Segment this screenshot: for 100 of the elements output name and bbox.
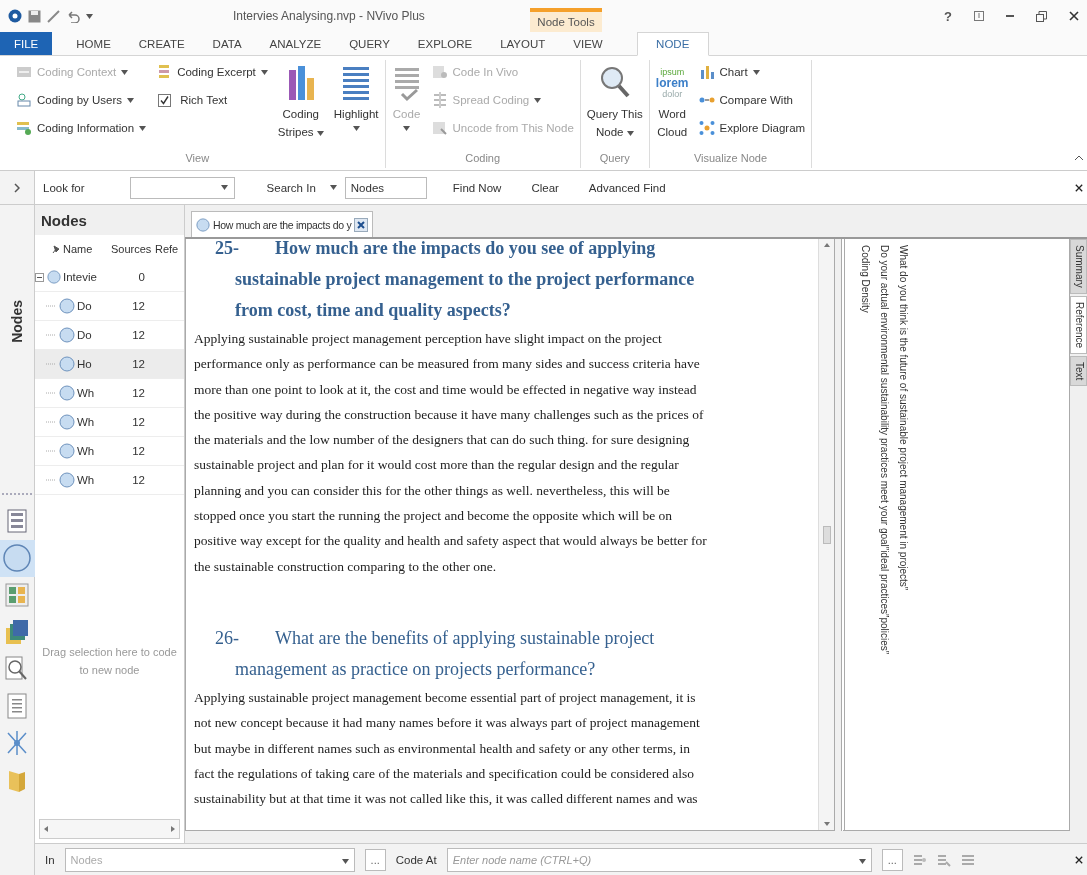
scroll-right-icon[interactable] xyxy=(171,826,175,832)
close-icon[interactable] xyxy=(1075,183,1083,192)
ribbon-display-icon[interactable] xyxy=(974,11,984,21)
ribbon-button[interactable]: Coding Excerpt xyxy=(156,62,268,82)
save-icon[interactable] xyxy=(28,9,41,23)
sources-count: 12 xyxy=(131,416,146,428)
collapse-ribbon-icon[interactable] xyxy=(1075,155,1083,160)
sources-count: 12 xyxy=(131,474,146,486)
tree-row[interactable]: Wh 12 xyxy=(35,437,184,466)
collapse-toggle-icon[interactable] xyxy=(35,272,44,282)
ribbon-tab[interactable]: EXPLORE xyxy=(403,31,487,55)
tree-row[interactable]: Wh 12 xyxy=(35,408,184,437)
side-tab[interactable]: Text xyxy=(1070,355,1087,387)
ribbon-tab[interactable]: HOME xyxy=(62,31,125,55)
file-tab[interactable]: FILE xyxy=(0,31,53,55)
scroll-up-icon[interactable] xyxy=(823,243,830,247)
close-icon[interactable] xyxy=(1075,855,1083,864)
sources-count: 12 xyxy=(131,300,146,312)
caret-icon xyxy=(86,13,93,19)
horizontal-scrollbar[interactable] xyxy=(39,819,180,839)
search-in-button[interactable]: Search In xyxy=(262,181,320,194)
circle-icon xyxy=(2,543,32,574)
coding-stripe-label[interactable]: What do you think is the future of sustainable project management in projects” xyxy=(897,245,910,830)
document-icon xyxy=(431,64,448,80)
help-button[interactable]: ? xyxy=(944,8,952,24)
tree-row[interactable]: Do 12 xyxy=(35,292,184,321)
restore-icon[interactable] xyxy=(1036,10,1047,22)
uncode-icon[interactable] xyxy=(936,852,951,867)
find-bar-button[interactable]: Find Now xyxy=(448,181,506,194)
group-label: Coding xyxy=(464,152,502,166)
ribbon-tab[interactable]: ANALYZE xyxy=(255,31,336,55)
panel-title: Nodes xyxy=(35,205,184,235)
tree-row[interactable]: Wh 12 xyxy=(35,379,184,408)
in-field[interactable]: Nodes xyxy=(64,847,355,872)
ribbon-tab[interactable]: DATA xyxy=(198,31,256,55)
scroll-down-icon[interactable] xyxy=(823,822,830,826)
pencil-icon[interactable] xyxy=(47,9,60,23)
ribbon-button[interactable]: ipsum lorem dolor Word Cloud xyxy=(655,60,689,152)
side-tab[interactable]: Reference xyxy=(1070,295,1087,354)
question-heading: 25- How much are the impacts do you see of applying sustainable project management to the project performance from cost, time and quality aspects? xyxy=(214,239,696,322)
scroll-thumb[interactable] xyxy=(822,525,831,544)
node-name: Ho xyxy=(77,358,93,370)
navigation-view-button[interactable] xyxy=(0,539,35,577)
vertical-scrollbar[interactable] xyxy=(818,239,834,830)
list-icon xyxy=(7,509,27,534)
close-icon[interactable] xyxy=(354,217,369,232)
expand-chevron-icon[interactable] xyxy=(14,182,20,193)
ribbon-button[interactable]: Coding by Users xyxy=(16,90,147,110)
tree-row[interactable]: Wh 12 xyxy=(35,466,184,495)
tree-line-icon xyxy=(46,450,56,452)
ribbon-button[interactable]: Compare With xyxy=(698,90,806,110)
node-name: Wh xyxy=(77,387,96,399)
rich-text-checkbox[interactable]: Rich Text xyxy=(156,90,268,110)
find-bar-button[interactable]: Clear xyxy=(527,181,563,194)
diagram-icon xyxy=(698,120,715,136)
search-scope-field[interactable]: Nodes xyxy=(344,176,427,199)
ribbon-button[interactable]: Chart xyxy=(698,62,806,82)
find-bar-button[interactable]: Advanced Find xyxy=(584,181,670,194)
in-label: In xyxy=(45,853,55,866)
undo-icon[interactable] xyxy=(66,9,80,23)
scroll-left-icon[interactable] xyxy=(44,826,48,832)
document-tab[interactable]: How much are the impacts do y xyxy=(191,211,374,237)
column-header[interactable]: Refe xyxy=(155,243,185,255)
document-icon xyxy=(7,693,27,720)
ribbon-button[interactable]: Highlight xyxy=(333,60,379,152)
info-icon xyxy=(16,120,32,136)
group-label: View xyxy=(184,152,211,166)
tree-row[interactable]: Intevie 0 xyxy=(35,263,184,292)
code-icon[interactable] xyxy=(912,852,927,867)
tree-row[interactable]: Ho 12 xyxy=(35,350,184,379)
coding-stripe-label[interactable]: Do your actual environmental sustainability practices meet your goal”ideal practices”policies” xyxy=(878,245,891,830)
node-circle-icon xyxy=(59,327,75,343)
node-name-field[interactable]: Enter node name (CTRL+Q) xyxy=(446,847,872,872)
ribbon-tab[interactable]: NODE xyxy=(636,32,709,56)
side-tab[interactable]: Summary xyxy=(1070,239,1087,294)
context-tab-label: Node Tools xyxy=(530,8,602,32)
ribbon-tab[interactable]: VIEW xyxy=(559,31,617,55)
node-circle-icon xyxy=(59,298,75,314)
grid-icon xyxy=(5,583,29,608)
ribbon-button[interactable]: Coding Stripes xyxy=(277,60,324,152)
ribbon-button[interactable]: Query This Node xyxy=(586,60,643,152)
ribbon-button[interactable]: Coding Information xyxy=(16,118,147,138)
tree-line-icon xyxy=(46,392,56,394)
column-header[interactable]: Name xyxy=(63,243,111,255)
network-icon xyxy=(5,730,29,757)
column-header[interactable]: Sources xyxy=(111,243,155,255)
look-for-field[interactable] xyxy=(129,176,235,199)
browse-button[interactable]: ... xyxy=(364,848,386,871)
node-name: Intevie xyxy=(63,271,98,283)
ribbon-button[interactable]: Explore Diagram xyxy=(698,118,806,138)
lines-icon[interactable] xyxy=(960,852,975,867)
ribbon-tab[interactable]: CREATE xyxy=(124,31,199,55)
browse-button[interactable]: ... xyxy=(881,848,903,871)
context-icon xyxy=(16,64,32,80)
stacked-squares-icon xyxy=(5,619,29,646)
ribbon-tab[interactable]: QUERY xyxy=(335,31,404,55)
checkbox[interactable] xyxy=(158,93,172,107)
close-icon[interactable] xyxy=(1069,11,1079,21)
ribbon-tab[interactable]: LAYOUT xyxy=(486,31,560,55)
window-title: Intervies Analysing.nvp - NVivo Plus xyxy=(233,9,425,23)
